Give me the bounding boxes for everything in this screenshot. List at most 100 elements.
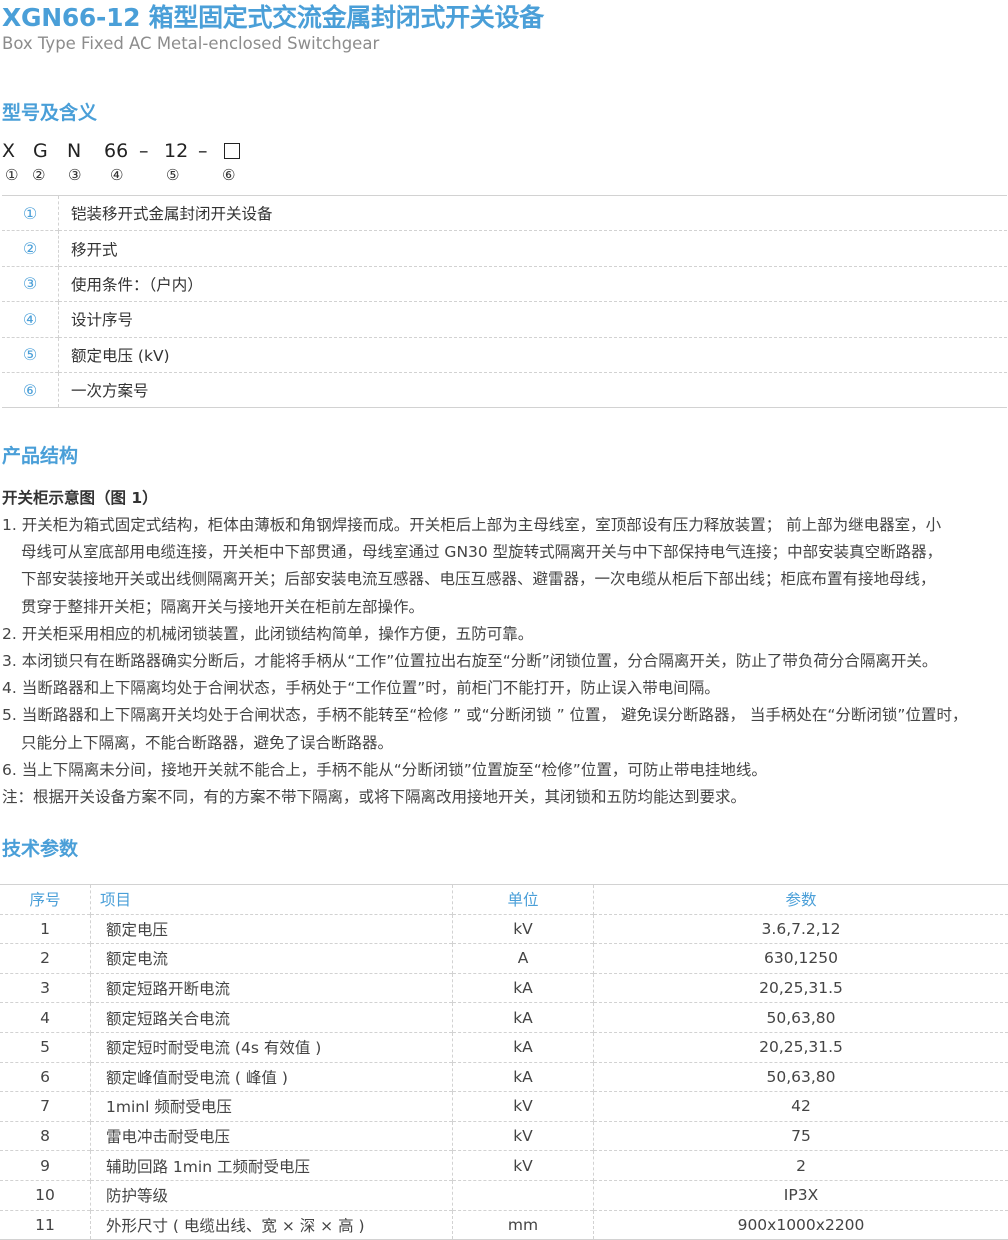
meaning-number: ② (2, 231, 59, 266)
code-part: N (67, 140, 81, 162)
model-section-heading: 型号及含义 (2, 98, 97, 125)
table-row: ② 移开式 (2, 231, 1007, 266)
column-header-value: 参数 (594, 885, 1008, 915)
table-row: 3 额定短路开断电流 kA 20,25,31.5 (0, 973, 1008, 1003)
meaning-text: 额定电压 (kV) (59, 337, 1008, 372)
row-unit: kV (453, 1092, 594, 1122)
circled-marker: ③ (68, 166, 81, 184)
row-item: 外形尺寸 ( 电缆出线、宽 × 深 × 高 ) (91, 1210, 453, 1240)
circled-marker: ⑤ (166, 166, 179, 184)
row-value: 50,63,80 (594, 1003, 1008, 1033)
row-item: 额定峰值耐受电流 ( 峰值 ) (91, 1062, 453, 1092)
model-meaning-table: ① 铠装移开式金属封闭开关设备 ② 移开式 ③ 使用条件：（户内） ④ 设计序号… (2, 195, 1007, 408)
structure-line: 6. 当上下隔离未分间，接地开关就不能合上，手柄不能从“分断闭锁”位置旋至“检修… (0, 757, 1008, 784)
row-value: 50,63,80 (594, 1062, 1008, 1092)
structure-line: 5. 当断路器和上下隔离开关均处于合闸状态，手柄不能转至“检修 ” 或“分断闭锁… (0, 702, 1008, 729)
structure-line: 1. 开关柜为箱式固定式结构，柜体由薄板和角钢焊接而成。开关柜后上部为主母线室，… (0, 512, 1008, 539)
table-row: 2 额定电流 A 630,1250 (0, 944, 1008, 974)
table-row: ③ 使用条件：（户内） (2, 266, 1007, 301)
table-header-row: 序号 项目 单位 参数 (0, 885, 1008, 915)
code-part: X (2, 140, 15, 162)
circled-marker: ④ (110, 166, 123, 184)
meaning-text: 移开式 (59, 231, 1008, 266)
structure-line: 母线可从室底部用电缆连接，开关柜中下部贯通，母线室通过 GN30 型旋转式隔离开… (0, 539, 1008, 566)
circled-marker: ⑥ (222, 166, 235, 184)
row-unit (453, 1180, 594, 1210)
row-no: 3 (0, 973, 91, 1003)
table-row: 4 额定短路关合电流 kA 50,63,80 (0, 1003, 1008, 1033)
row-value: 42 (594, 1092, 1008, 1122)
row-item: 额定短时耐受电流 (4s 有效值 ) (91, 1032, 453, 1062)
table-row: 9 辅助回路 1min 工频耐受电压 kV 2 (0, 1151, 1008, 1181)
page-subtitle: Box Type Fixed AC Metal-enclosed Switchg… (2, 34, 379, 53)
row-item: 额定电压 (91, 914, 453, 944)
meaning-number: ⑥ (2, 372, 59, 407)
row-unit: kA (453, 1062, 594, 1092)
row-no: 10 (0, 1180, 91, 1210)
code-part: – (198, 140, 208, 162)
row-unit: kA (453, 973, 594, 1003)
row-value: 3.6,7.2,12 (594, 914, 1008, 944)
structure-line: 下部安装接地开关或出线侧隔离开关；后部安装电流互感器、电压互感器、避雷器，一次电… (0, 566, 1008, 593)
scheme-placeholder-box (224, 143, 240, 159)
table-row: 10 防护等级 IP3X (0, 1180, 1008, 1210)
row-item: 辅助回路 1min 工频耐受电压 (91, 1151, 453, 1181)
row-item: 雷电冲击耐受电压 (91, 1121, 453, 1151)
technical-parameters-table: 序号 项目 单位 参数 1 额定电压 kV 3.6,7.2,12 2 额定电流 … (0, 884, 1008, 1240)
table-row: 8 雷电冲击耐受电压 kV 75 (0, 1121, 1008, 1151)
row-no: 2 (0, 944, 91, 974)
code-part: G (33, 140, 48, 162)
row-unit: A (453, 944, 594, 974)
meaning-number: ⑤ (2, 337, 59, 372)
row-value: 2 (594, 1151, 1008, 1181)
figure-title: 开关柜示意图（图 1） (2, 486, 158, 508)
row-item: 1minl 频耐受电压 (91, 1092, 453, 1122)
code-part: 66 (104, 140, 128, 162)
row-item: 额定电流 (91, 944, 453, 974)
row-value: 900x1000x2200 (594, 1210, 1008, 1240)
circled-marker: ① (5, 166, 18, 184)
row-unit: kV (453, 914, 594, 944)
row-value: 20,25,31.5 (594, 1032, 1008, 1062)
row-no: 5 (0, 1032, 91, 1062)
row-unit: mm (453, 1210, 594, 1240)
table-row: ⑤ 额定电压 (kV) (2, 337, 1007, 372)
row-no: 1 (0, 914, 91, 944)
row-no: 4 (0, 1003, 91, 1033)
row-value: 20,25,31.5 (594, 973, 1008, 1003)
row-no: 6 (0, 1062, 91, 1092)
table-row: 6 额定峰值耐受电流 ( 峰值 ) kA 50,63,80 (0, 1062, 1008, 1092)
structure-section-heading: 产品结构 (2, 441, 78, 468)
structure-note: 注：根据开关设备方案不同，有的方案不带下隔离，或将下隔离改用接地开关，其闭锁和五… (0, 784, 1008, 811)
meaning-text: 铠装移开式金属封闭开关设备 (59, 196, 1008, 231)
row-item: 防护等级 (91, 1180, 453, 1210)
structure-line: 贯穿于整排开关柜；隔离开关与接地开关在柜前左部操作。 (0, 594, 1008, 621)
structure-description: 1. 开关柜为箱式固定式结构，柜体由薄板和角钢焊接而成。开关柜后上部为主母线室，… (0, 512, 1008, 811)
row-item: 额定短路关合电流 (91, 1003, 453, 1033)
meaning-number: ③ (2, 266, 59, 301)
row-item: 额定短路开断电流 (91, 973, 453, 1003)
table-row: 1 额定电压 kV 3.6,7.2,12 (0, 914, 1008, 944)
row-no: 11 (0, 1210, 91, 1240)
row-unit: kA (453, 1032, 594, 1062)
meaning-number: ① (2, 196, 59, 231)
code-part: – (139, 140, 149, 162)
meaning-text: 设计序号 (59, 302, 1008, 337)
table-row: 11 外形尺寸 ( 电缆出线、宽 × 深 × 高 ) mm 900x1000x2… (0, 1210, 1008, 1240)
table-row: 5 额定短时耐受电流 (4s 有效值 ) kA 20,25,31.5 (0, 1032, 1008, 1062)
column-header-unit: 单位 (453, 885, 594, 915)
table-row: ① 铠装移开式金属封闭开关设备 (2, 196, 1007, 231)
table-row: 7 1minl 频耐受电压 kV 42 (0, 1092, 1008, 1122)
column-header-no: 序号 (0, 885, 91, 915)
row-unit: kA (453, 1003, 594, 1033)
meaning-number: ④ (2, 302, 59, 337)
circled-marker: ② (32, 166, 45, 184)
row-value: 630,1250 (594, 944, 1008, 974)
code-part: 12 (164, 140, 188, 162)
structure-line: 2. 开关柜采用相应的机械闭锁装置，此闭锁结构简单，操作方便，五防可靠。 (0, 621, 1008, 648)
meaning-text: 一次方案号 (59, 372, 1008, 407)
row-value: 75 (594, 1121, 1008, 1151)
row-no: 9 (0, 1151, 91, 1181)
params-section-heading: 技术参数 (2, 834, 78, 861)
page-title: XGN66-12 箱型固定式交流金属封闭式开关设备 (2, 0, 544, 34)
